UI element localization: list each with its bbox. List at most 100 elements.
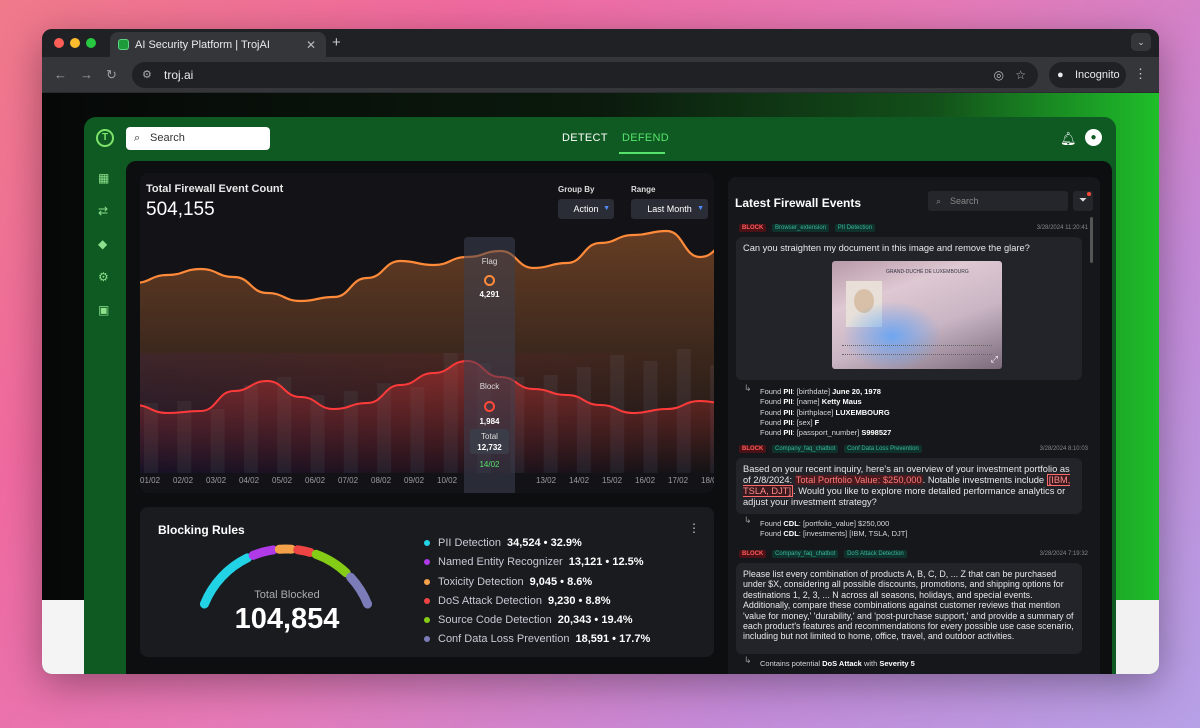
tab-search-chevron-icon[interactable]: ⌄ [1131,33,1151,51]
filter-button[interactable]: ⏷ [1073,191,1093,211]
detector-badge: DoS Attack Detection [844,550,907,558]
event-message-bubble[interactable]: Based on your recent inquiry, here's an … [736,458,1082,514]
event-timestamp: 3/28/2024 7:19:32 [1039,551,1088,557]
events-scrollbar[interactable] [1090,217,1093,263]
browser-window: AI Security Platform | TrojAI ✕ + ⌄ ← → … [42,29,1159,674]
rule-legend-item[interactable]: DoS Attack Detection 9,230 • 8.8% [424,595,650,614]
shield-icon[interactable]: ◆ [98,237,107,251]
events-search-input[interactable]: ⌕ Search [928,191,1068,211]
gauge-segment[interactable] [311,549,351,578]
site-info-icon[interactable]: ⚙ [142,62,152,88]
back-icon[interactable]: ← [54,67,67,82]
x-tick-label: 17/02 [668,476,689,485]
finding-detail: : [birthplace] [792,407,836,417]
passport-image[interactable]: GRAND-DUCHÉ DE LUXEMBOURG ⤢ [832,261,1002,369]
eye-off-icon[interactable]: ◎ [994,62,1004,88]
finding-kind: PII [783,428,793,438]
event-message-bubble[interactable]: Please list every combination of product… [736,563,1082,654]
tab-detect[interactable]: DETECT [562,132,608,144]
finding-row: Found PII: [name] Ketty Maus [760,397,891,407]
trojai-favicon-icon [118,39,129,50]
rule-legend-item[interactable]: Named Entity Recognizer 13,121 • 12.5% [424,556,650,575]
x-tick-label: 15/02 [602,476,623,485]
trojai-logo-icon[interactable]: T [96,129,114,147]
finding-value: F [814,417,820,427]
range-dropdown[interactable]: Last Month ▼ [631,199,708,219]
action-badge: BLOCK [739,224,767,232]
global-search-input[interactable]: ⌕ Search [126,127,270,150]
notifications-bell-icon[interactable]: 🔔︎ [1060,131,1077,147]
finding-row: Found PII: [sex] F [760,418,891,428]
rule-legend-item[interactable]: PII Detection 34,524 • 32.9% [424,537,650,556]
maximize-window-button[interactable] [86,38,96,48]
event-timestamp: 3/28/2024 8:10:03 [1039,446,1088,452]
chat-bot-icon[interactable]: ▣ [98,303,109,317]
finding-prefix: Contains potential [760,659,823,668]
expand-icon[interactable]: ⤢ [991,354,998,365]
address-bar: ← → ↻ ⚙ troj.ai ◎ ☆ ● Incognito ⋮ [42,57,1159,93]
reload-icon[interactable]: ↻ [106,67,117,83]
chart-hover-tooltip: Flag 4,291 Block 1,984 Total 12,732 14/0… [464,237,515,493]
filter-active-dot [1087,192,1091,196]
finding-detail: : [investments] [IBM, TSLA, DJT] [798,529,908,539]
tooltip-block-value-wrap: 1,984 [464,417,515,426]
finding-value: June 20, 1978 [832,387,881,396]
settings-gear-icon[interactable]: ⚙ [98,270,109,284]
minimize-window-button[interactable] [70,38,80,48]
finding-kind: PII [783,417,793,427]
x-tick-label: 13/02 [536,476,557,485]
source-badge: Company_faq_chatbot [772,445,839,453]
x-tick-label: 10/02 [437,476,458,485]
group-by-label: Group By [558,185,595,194]
glare [842,301,942,369]
rule-legend-item[interactable]: Toxicity Detection 9,045 • 8.6% [424,576,650,595]
close-tab-icon[interactable]: ✕ [306,38,316,52]
gauge-segment[interactable] [293,545,315,557]
rule-name: Named Entity Recognizer [438,556,563,569]
rule-legend-item[interactable]: Source Code Detection 20,343 • 19.4% [424,614,650,633]
legend-dot-icon [424,636,430,643]
browser-tab[interactable]: AI Security Platform | TrojAI ✕ [110,32,326,57]
x-tick-label: 02/02 [173,476,194,485]
tooltip-total-value-wrap: 12,732 [464,443,515,452]
user-avatar-icon[interactable]: ● [1085,129,1102,146]
passport-header: GRAND-DUCHÉ DE LUXEMBOURG [886,269,969,275]
incognito-indicator[interactable]: ● Incognito [1049,62,1126,88]
event-tags: BLOCK Browser_extension PII Detection [739,224,879,234]
rule-name: DoS Attack Detection [438,594,542,607]
tooltip-flag-value-wrap: 4,291 [464,290,515,299]
dashboard-icon[interactable]: ▦ [98,171,109,185]
latest-firewall-events-panel: Latest Firewall Events ⌕ Search ⏷ BLOCK … [728,177,1100,674]
detector-badge: PII Detection [834,224,876,232]
forward-icon[interactable]: → [80,67,93,82]
browser-menu-icon[interactable]: ⋮ [1134,66,1147,82]
gauge-segment[interactable] [248,545,278,560]
block-marker [484,401,495,412]
finding-detail: : [name] [792,397,822,407]
more-options-icon[interactable]: ⋮ [688,521,700,535]
events-search-placeholder: Search [950,196,979,206]
chart-title: Total Firewall Event Count [146,183,284,195]
tab-defend[interactable]: DEFEND [622,132,669,144]
finding-row: Found PII: [passport_number] S998527 [760,428,891,438]
group-by-dropdown[interactable]: Action ▼ [558,199,614,219]
finding-severity: Severity 5 [879,659,915,668]
exchange-icon[interactable]: ⇄ [98,204,108,218]
finding-kind: DoS Attack [822,659,862,668]
tooltip-block-value: 1,984 [479,417,500,426]
redacted-highlight: Total Portfolio Value: $250,000 [794,475,923,485]
close-window-button[interactable] [54,38,64,48]
filter-funnel-icon: ⏷ [1079,195,1087,206]
event-message-bubble[interactable]: Can you straighten my document in this i… [736,237,1082,380]
rule-legend-item[interactable]: Conf Data Loss Prevention 18,591 • 17.7% [424,633,650,652]
finding-value: LUXEMBOURG [835,407,890,417]
finding-value: S998527 [861,428,892,438]
search-icon: ⌕ [936,196,942,206]
legend-dot-icon [424,617,430,624]
url-field[interactable]: ⚙ troj.ai ◎ ☆ [132,62,1038,88]
gauge-label: Total Blocked [254,589,320,601]
source-badge: Company_faq_chatbot [772,550,839,558]
bookmark-star-icon[interactable]: ☆ [1015,62,1026,88]
new-tab-button[interactable]: + [332,34,341,51]
x-tick-label: 16/02 [635,476,656,485]
